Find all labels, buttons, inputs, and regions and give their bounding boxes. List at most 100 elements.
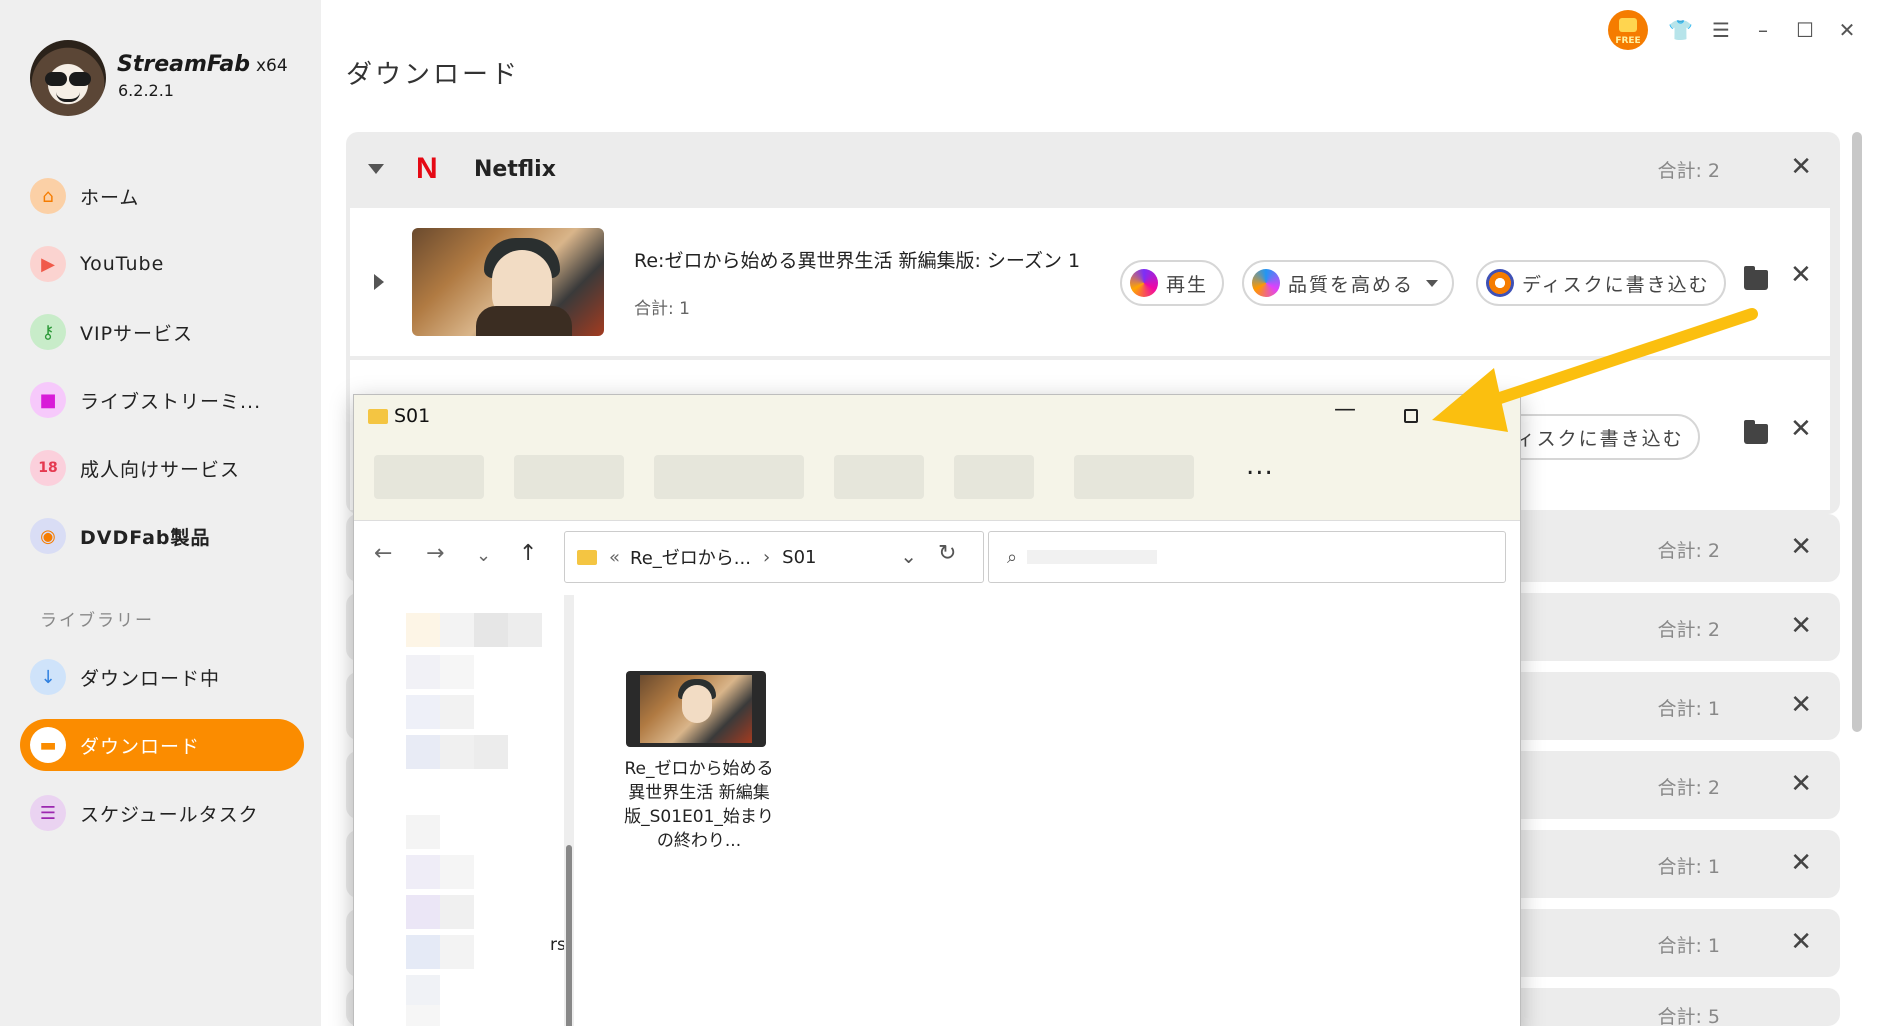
sidebar-item-dvdfab[interactable]: ◉ DVDFab製品 [20, 510, 304, 562]
window-toolbar: FREE 👕 ☰ – ☐ ✕ [1608, 10, 1858, 50]
group-total: 合計: 5 [1657, 1006, 1720, 1026]
maximize-icon[interactable]: ☐ [1794, 18, 1816, 42]
chevron-down-icon [1426, 279, 1439, 287]
schedule-icon: ☰ [30, 795, 66, 831]
up-arrow-icon[interactable]: ↑ [519, 541, 537, 566]
file-name: Re_ゼロから始める異世界生活 新編集版_S01E01_始まりの終わり... [624, 759, 774, 851]
sidebar-item-label: スケジュールタスク [80, 803, 259, 826]
folder-icon: ▬ [30, 727, 66, 763]
sidebar-item-label: DVDFab製品 [80, 526, 211, 549]
enhance-icon [1252, 269, 1280, 297]
path-parent[interactable]: Re_ゼロから... [630, 544, 751, 570]
remove-item-close-icon[interactable]: ✕ [1790, 260, 1812, 290]
burn-disc-button[interactable]: ディスクに書き込む [1476, 260, 1726, 306]
page-title: ダウンロード [346, 60, 521, 90]
group-total: 合計: 1 [1657, 698, 1720, 720]
sidebar-item-label: ホーム [80, 186, 140, 209]
shirt-icon[interactable]: 👕 [1668, 18, 1693, 42]
sidebar-item-downloaded[interactable]: ▬ ダウンロード [20, 719, 304, 771]
burn-label: ディスクに書き込む [1522, 273, 1710, 296]
refresh-icon[interactable]: ↻ [938, 541, 956, 566]
sidebar-item-label: ダウンロード中 [80, 667, 221, 690]
sidebar-item-label: ダウンロード [80, 735, 201, 758]
blurred-toolbar-item[interactable] [514, 455, 624, 499]
adult-icon: 18 [30, 450, 66, 486]
free-gift-icon[interactable]: FREE [1608, 10, 1648, 50]
blurred-toolbar-item[interactable] [834, 455, 924, 499]
dvdfab-icon [1486, 269, 1514, 297]
sidebar-item-livestream[interactable]: ■ ライブストリーミ... [20, 374, 304, 426]
group-header: N Netflix 合計: 2 ✕ [346, 132, 1840, 204]
blurred-toolbar-item[interactable] [1074, 455, 1194, 499]
brand-name: StreamFab x64 [117, 52, 288, 77]
item-title: Re:ゼロから始める異世界生活 新編集版: シーズン 1 [634, 250, 1081, 272]
close-icon[interactable]: ✕ [1836, 18, 1858, 42]
remove-group-close-icon[interactable]: ✕ [1790, 848, 1812, 878]
forward-arrow-icon[interactable]: → [426, 541, 444, 566]
path-overflow[interactable]: « [609, 547, 620, 568]
video-thumbnail[interactable] [412, 228, 604, 336]
explorer-title: S01 [394, 405, 431, 427]
item-total: 合計: 1 [634, 299, 690, 319]
enhance-label: 品質を高める [1288, 273, 1415, 296]
streamfab-app: StreamFab x64 6.2.2.1 ⌂ ホーム ▶ YouTube ⚷ V… [0, 0, 1880, 1026]
blurred-toolbar-item[interactable] [374, 455, 484, 499]
chevron-down-icon[interactable]: ⌄ [900, 544, 917, 568]
group-name: Netflix [474, 157, 556, 182]
navigation-scrollbar[interactable] [564, 595, 574, 1026]
open-folder-icon[interactable] [1744, 420, 1768, 444]
open-folder-icon[interactable] [1744, 266, 1768, 290]
list-scrollbar[interactable] [1852, 132, 1862, 732]
folder-icon [577, 549, 597, 565]
group-total: 合計: 1 [1657, 856, 1720, 878]
video-file-item[interactable]: Re_ゼロから始める異世界生活 新編集版_S01E01_始まりの終わり... [624, 671, 774, 853]
remove-group-close-icon[interactable]: ✕ [1790, 690, 1812, 720]
search-icon: ⌕ [1007, 546, 1018, 568]
menu-icon[interactable]: ☰ [1710, 18, 1732, 42]
sidebar-item-vip[interactable]: ⚷ VIPサービス [20, 306, 304, 358]
video-file-thumbnail [626, 671, 766, 747]
sidebar-item-label: ライブストリーミ... [80, 390, 262, 413]
group-total: 合計: 2 [1657, 777, 1720, 799]
blurred-toolbar-item[interactable] [654, 455, 804, 499]
play-icon [1130, 269, 1158, 297]
minimize-icon[interactable]: — [1334, 397, 1356, 422]
download-arrow-icon: ↓ [30, 659, 66, 695]
youtube-icon: ▶ [30, 246, 66, 282]
collapse-caret-icon[interactable] [368, 164, 384, 174]
sidebar-item-schedule[interactable]: ☰ スケジュールタスク [20, 787, 304, 839]
back-arrow-icon[interactable]: ← [374, 541, 392, 566]
recent-chevron-down-icon[interactable]: ⌄ [476, 545, 491, 566]
remove-group-close-icon[interactable]: ✕ [1790, 769, 1812, 799]
sloth-logo-icon [30, 40, 106, 116]
maximize-icon[interactable] [1404, 409, 1418, 423]
expand-caret-icon[interactable] [374, 274, 384, 290]
remove-group-close-icon[interactable]: ✕ [1790, 927, 1812, 957]
folder-icon [368, 409, 388, 424]
path-current[interactable]: S01 [782, 547, 816, 568]
sidebar-item-adult[interactable]: 18 成人向けサービス [20, 442, 304, 494]
remove-item-close-icon[interactable]: ✕ [1790, 414, 1812, 444]
more-options-icon[interactable]: ... [1246, 451, 1274, 481]
blurred-search-placeholder [1027, 550, 1158, 564]
burn-label: ディスクに書き込む [1496, 427, 1684, 450]
address-bar[interactable]: « Re_ゼロから... › S01 ⌄ [564, 531, 984, 583]
sidebar-item-downloading[interactable]: ↓ ダウンロード中 [20, 651, 304, 703]
sidebar-item-youtube[interactable]: ▶ YouTube [20, 238, 304, 290]
remove-group-close-icon[interactable]: ✕ [1790, 532, 1812, 562]
explorer-titlebar: S01 — ... [354, 395, 1520, 521]
key-icon: ⚷ [30, 314, 66, 350]
netflix-logo-icon: N [416, 152, 438, 185]
remove-group-close-icon[interactable]: ✕ [1790, 152, 1812, 182]
sidebar: StreamFab x64 6.2.2.1 ⌂ ホーム ▶ YouTube ⚷ V… [0, 0, 321, 1026]
search-input[interactable]: ⌕ [988, 531, 1506, 583]
minimize-icon[interactable]: – [1752, 18, 1774, 42]
blurred-toolbar-item[interactable] [954, 455, 1034, 499]
sidebar-item-home[interactable]: ⌂ ホーム [20, 170, 304, 222]
video-camera-icon: ■ [30, 382, 66, 418]
play-button[interactable]: 再生 [1120, 260, 1225, 306]
enhance-quality-dropdown[interactable]: 品質を高める [1242, 260, 1455, 306]
remove-group-close-icon[interactable]: ✕ [1790, 611, 1812, 641]
navigation-pane: rs [354, 595, 566, 1026]
file-explorer-window: S01 — ... ← → ⌄ ↑ « Re_ゼロから... › S01 ⌄ ↻ [353, 394, 1521, 1026]
